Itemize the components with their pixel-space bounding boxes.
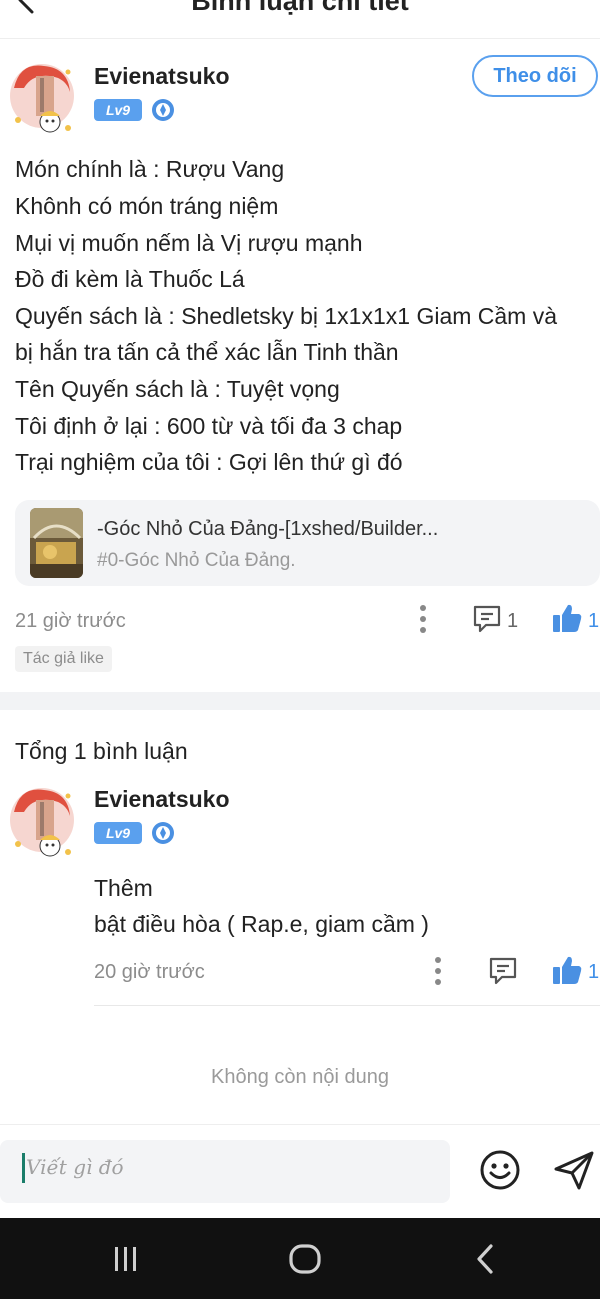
more-icon[interactable] xyxy=(433,956,443,986)
end-of-content-label: Không còn nội dung xyxy=(211,1066,389,1088)
comment-icon[interactable] xyxy=(488,956,518,986)
story-card[interactable]: -Góc Nhỏ Của Đảng-[1xshed/Builder... #0-… xyxy=(15,500,600,586)
text-caret xyxy=(22,1153,25,1183)
comment-icon[interactable] xyxy=(472,604,502,634)
comment-time: 20 giờ trước xyxy=(94,961,205,983)
post-text-line: Đồ đi kèm là Thuốc Lá xyxy=(15,266,245,292)
emoji-icon[interactable] xyxy=(479,1149,521,1191)
post-text-line: Quyến sách là : Shedletsky bị 1x1x1x1 Gi… xyxy=(15,303,558,329)
total-comments-label: Tổng 1 bình luận xyxy=(15,738,188,764)
rank-icon xyxy=(152,822,174,844)
follow-button[interactable]: Theo dõi xyxy=(472,55,598,97)
more-icon[interactable] xyxy=(418,604,428,634)
comment-count: 1 xyxy=(507,610,519,632)
post-text-line: Trại nghiệm của tôi : Gợi lên thứ gì đó xyxy=(15,449,403,475)
level-badge: Lv9 xyxy=(94,822,142,844)
comment-author-name[interactable]: Evienatsuko xyxy=(94,786,230,813)
comment-text-line: Thêm xyxy=(94,875,153,901)
comment-text-line: bật điều hòa ( Rap.e, giam cầm ) xyxy=(94,911,429,937)
recent-apps-icon[interactable] xyxy=(112,1245,140,1273)
home-icon[interactable] xyxy=(288,1243,322,1275)
post-text-line: bị hắn tra tấn cả thể xác lẫn Tinh thần xyxy=(15,339,399,365)
avatar[interactable] xyxy=(6,58,78,136)
top-bar: Bình luận chi tiết xyxy=(0,0,600,39)
comment-input-placeholder[interactable]: Viết gì đó xyxy=(26,1155,124,1179)
post-text-line: Mụi vị muốn nếm là Vị rượu mạnh xyxy=(15,230,363,256)
story-title: -Góc Nhỏ Của Đảng-[1xshed/Builder... xyxy=(97,518,439,540)
story-chapter: #0-Góc Nhỏ Của Đảng. xyxy=(97,550,296,571)
post-text-line: Tôi định ở lại : 600 từ và tối đa 3 chap xyxy=(15,413,403,439)
section-divider xyxy=(0,692,600,710)
post-text-line: Tên Quyến sách là : Tuyệt vọng xyxy=(15,376,340,402)
post-text-line: Món chính là : Rượu Vang xyxy=(15,156,285,182)
thumbs-up-icon[interactable] xyxy=(551,954,583,986)
author-like-tag: Tác giả like xyxy=(15,646,112,672)
system-nav-bar xyxy=(0,1218,600,1299)
send-icon[interactable] xyxy=(553,1149,595,1191)
comment-like-count: 1 xyxy=(588,961,600,983)
story-cover-image xyxy=(30,508,83,578)
post-time: 21 giờ trước xyxy=(15,610,126,632)
rank-icon xyxy=(152,99,174,121)
post-author-name[interactable]: Evienatsuko xyxy=(94,63,230,90)
post-text-line: Khônh có món tráng niệm xyxy=(15,193,279,219)
thumbs-up-icon[interactable] xyxy=(551,602,583,634)
comment-divider xyxy=(94,1005,600,1006)
like-count: 1 xyxy=(588,610,600,632)
back-nav-icon[interactable] xyxy=(474,1244,496,1274)
level-badge: Lv9 xyxy=(94,99,142,121)
page-title: Bình luận chi tiết xyxy=(191,0,409,16)
input-bar-border xyxy=(0,1124,600,1125)
avatar[interactable] xyxy=(6,782,78,860)
